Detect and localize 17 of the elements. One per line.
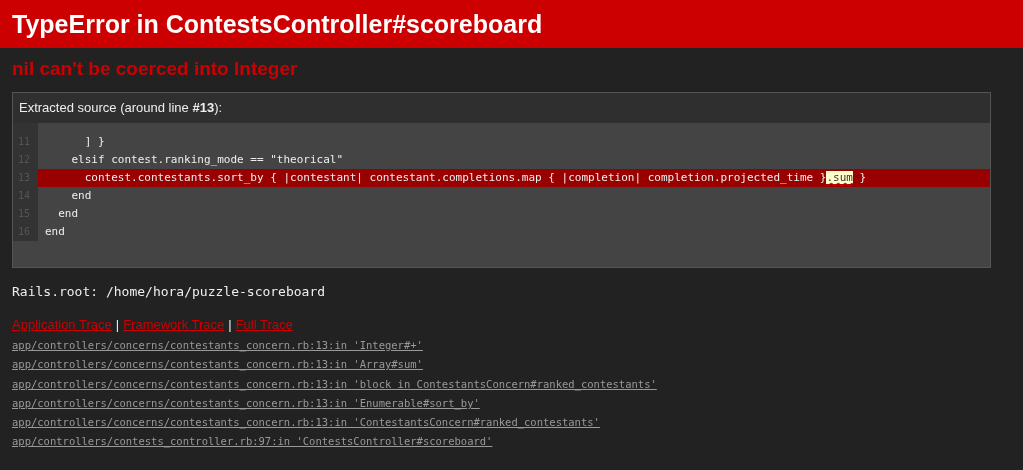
code-line: elsif contest.ranking_mode == "theorical": [70, 152, 344, 168]
code-line: end: [57, 206, 80, 222]
trace-line-link[interactable]: app/controllers/concerns/contestants_concern.rb:13:in 'Array#sum': [12, 355, 423, 375]
trace-line-link[interactable]: app/controllers/contests_controller.rb:97:in 'ContestsController#scoreboard': [12, 432, 493, 452]
code-line: ] }: [83, 134, 106, 150]
separator-text: |: [228, 317, 232, 332]
code-line: end: [44, 224, 66, 240]
error-message: nil can't be coerced into Integer: [12, 58, 299, 80]
rails-root: Rails.root: /home/hora/puzzle-scoreboard: [12, 284, 327, 299]
trace-line-link[interactable]: app/controllers/concerns/contestants_concern.rb:13:in 'ContestantsConcern#ranked_contestants': [12, 413, 600, 433]
code-line: end: [70, 188, 93, 204]
trace-line-link[interactable]: app/controllers/concerns/contestants_concern.rb:13:in 'Enumerable#sort_by': [12, 393, 480, 414]
source-caption: Extracted source (around line #13):: [18, 99, 224, 117]
trace-line-link[interactable]: app/controllers/concerns/contestants_concern.rb:13:in 'block in ContestantsConcern#ranked_contestants': [12, 374, 657, 394]
error-title: TypeError in ContestsController#scoreboard: [12, 9, 543, 39]
trace-line-link[interactable]: app/controllers/concerns/contestants_concern.rb:13:in 'Integer#+': [12, 336, 423, 356]
separator-text: |: [115, 317, 120, 332]
